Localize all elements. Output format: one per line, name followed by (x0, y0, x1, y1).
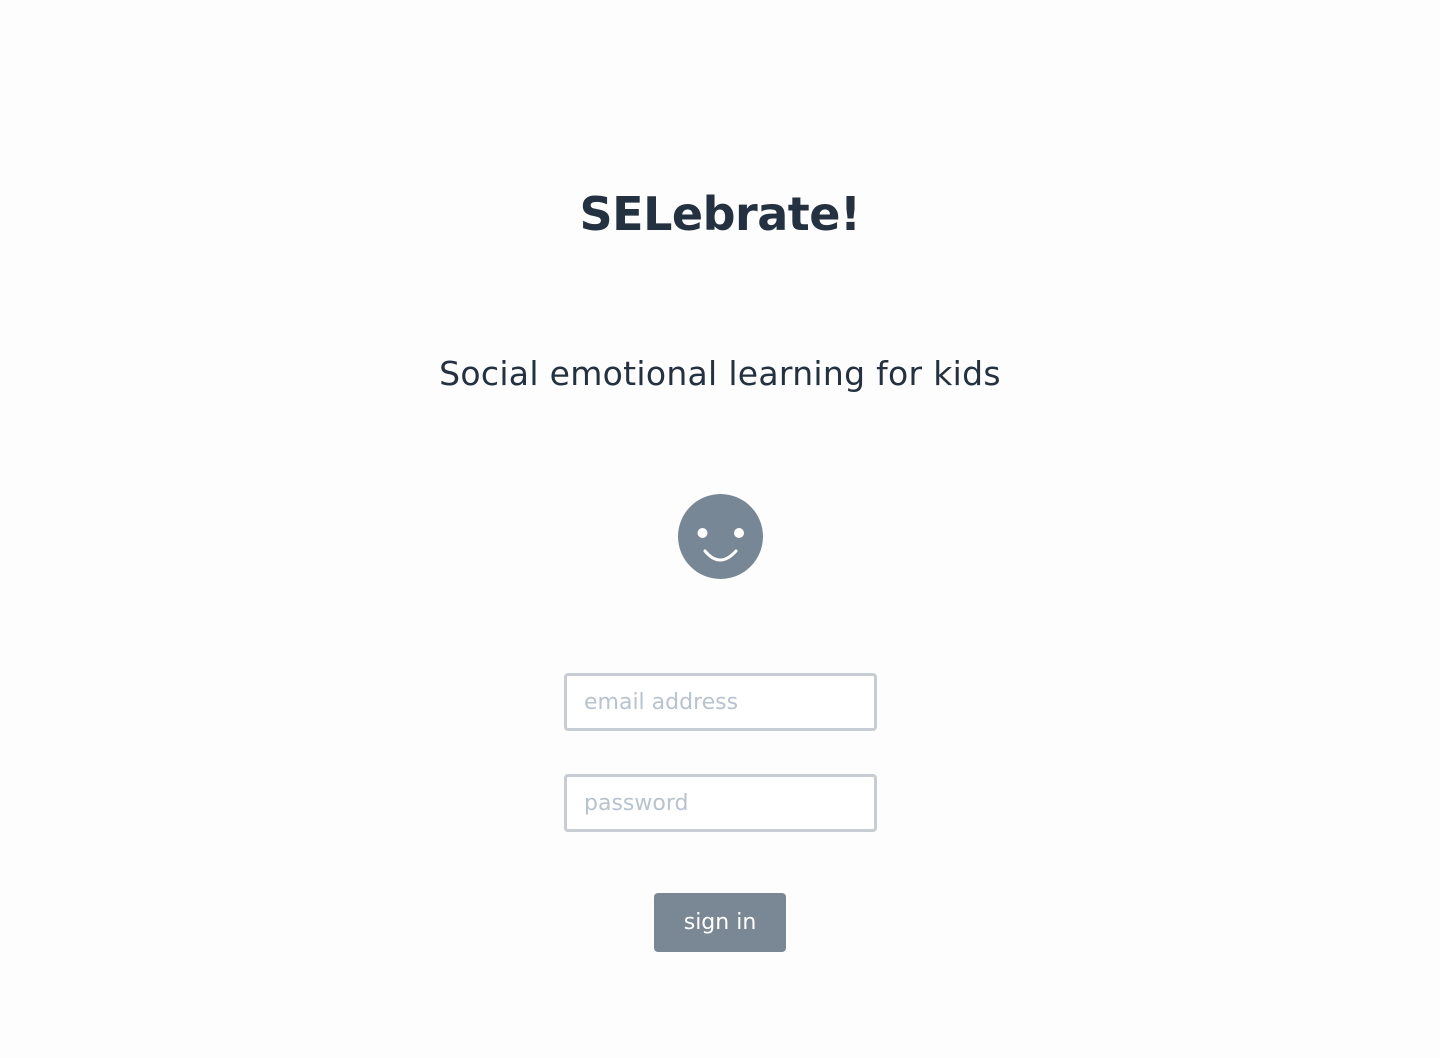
smiley-face-icon (678, 494, 763, 579)
sign-in-button[interactable]: sign in (654, 893, 786, 952)
password-field[interactable] (564, 774, 877, 832)
app-tagline: Social emotional learning for kids (439, 354, 1001, 393)
app-title: SELebrate! (579, 187, 861, 241)
smiley-right-eye (734, 528, 744, 538)
email-field[interactable] (564, 673, 877, 731)
smiley-left-eye (697, 528, 708, 538)
sign-in-page: SELebrate! Social emotional learning for… (0, 0, 1440, 1058)
smiley-face-circle (678, 494, 763, 579)
